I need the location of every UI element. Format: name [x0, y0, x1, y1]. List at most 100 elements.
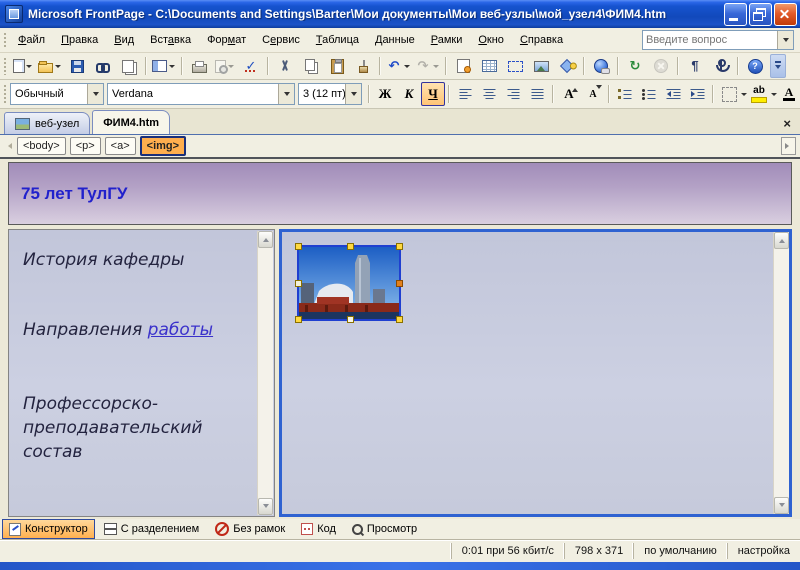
resize-handle-bottom-right[interactable] — [396, 316, 403, 323]
underline-button[interactable]: Ч — [421, 82, 445, 106]
insert-picture-button[interactable] — [528, 54, 554, 78]
copy-button[interactable] — [298, 54, 324, 78]
tag-button-3[interactable]: <a> — [104, 137, 136, 155]
font-combobox[interactable]: Verdana — [107, 83, 295, 105]
open-folder-dropdown[interactable] — [53, 55, 62, 77]
bullet-list-button[interactable] — [637, 82, 661, 106]
view-tab-design[interactable]: Конструктор — [2, 519, 95, 539]
align-right-button[interactable] — [501, 82, 525, 106]
frame-main[interactable] — [279, 229, 792, 517]
find-button[interactable] — [90, 54, 116, 78]
tag-scroll-right-icon[interactable] — [781, 137, 796, 155]
menu-window[interactable]: Окно — [470, 32, 512, 48]
toggle-pane-dropdown[interactable] — [167, 55, 176, 77]
resize-handle-middle-left[interactable] — [295, 280, 302, 287]
justify-button[interactable] — [525, 82, 549, 106]
resize-handle-bottom-left[interactable] — [295, 316, 302, 323]
scroll-up-button[interactable] — [258, 231, 273, 248]
menu-frames[interactable]: Рамки — [423, 32, 471, 48]
italic-button[interactable]: К — [397, 82, 421, 106]
view-tab-split[interactable]: С разделением — [97, 519, 207, 539]
menu-format[interactable]: Формат — [199, 32, 254, 48]
numbered-list-button[interactable] — [613, 82, 637, 106]
save-button[interactable] — [64, 54, 90, 78]
frame-banner[interactable]: 75 лет ТулГУ — [8, 162, 792, 225]
print-preview-button[interactable] — [212, 54, 238, 78]
scroll-up-button[interactable] — [774, 232, 789, 249]
insert-component-button[interactable] — [450, 54, 476, 78]
undo-button[interactable]: ↶ — [384, 54, 413, 78]
help-button[interactable]: ? — [742, 54, 768, 78]
close-button[interactable] — [774, 2, 797, 26]
print-preview-dropdown[interactable] — [226, 55, 235, 77]
font-size-dropdown-icon[interactable] — [345, 84, 361, 104]
selected-image[interactable] — [295, 243, 403, 323]
menu-table[interactable]: Таблица — [308, 32, 367, 48]
resize-handle-top-center[interactable] — [347, 243, 354, 250]
tag-scroll-left-icon[interactable] — [4, 139, 13, 153]
toolbar-options-button[interactable] — [770, 54, 786, 78]
scrollbar-track[interactable] — [258, 248, 273, 498]
resize-handle-middle-right[interactable] — [396, 280, 403, 287]
publish-button[interactable] — [116, 54, 142, 78]
align-center-button[interactable] — [477, 82, 501, 106]
tab-website[interactable]: веб-узел — [4, 112, 91, 134]
insert-hyperlink-button[interactable] — [588, 54, 614, 78]
stop-button[interactable] — [648, 54, 674, 78]
view-tab-noframes[interactable]: Без рамок — [208, 519, 292, 539]
insert-table-button[interactable] — [476, 54, 502, 78]
toolbar-grip[interactable] — [3, 31, 7, 49]
question-input[interactable] — [643, 34, 777, 46]
insert-layer-button[interactable] — [502, 54, 528, 78]
undo-dropdown[interactable] — [402, 55, 411, 77]
close-page-button[interactable]: × — [780, 116, 794, 134]
menu-help[interactable]: Справка — [512, 32, 571, 48]
print-button[interactable] — [186, 54, 212, 78]
bold-button[interactable]: Ж — [373, 82, 397, 106]
refresh-button[interactable]: ↻ — [622, 54, 648, 78]
highlight-button[interactable]: ab — [747, 82, 771, 106]
minimize-button[interactable] — [724, 2, 747, 26]
menu-insert[interactable]: Вставка — [142, 32, 199, 48]
align-left-button[interactable] — [453, 82, 477, 106]
frame-contents[interactable]: История кафедры Направления работы Профе… — [8, 229, 275, 517]
borders-button[interactable] — [717, 82, 741, 106]
paragraph-marks-button[interactable]: ¶ — [682, 54, 708, 78]
title-bar[interactable]: Microsoft FrontPage - C:\Documents and S… — [0, 0, 800, 28]
menu-edit[interactable]: Правка — [53, 32, 106, 48]
bookmark-button[interactable] — [708, 54, 734, 78]
paste-button[interactable] — [324, 54, 350, 78]
menu-view[interactable]: Вид — [106, 32, 142, 48]
contents-scrollbar[interactable] — [257, 231, 273, 515]
resize-handle-top-left[interactable] — [295, 243, 302, 250]
format-painter-button[interactable] — [350, 54, 376, 78]
toolbar-grip[interactable] — [3, 84, 7, 104]
increase-font-button[interactable]: А — [557, 82, 581, 106]
style-combobox[interactable]: Обычный — [10, 83, 104, 105]
question-dropdown-icon[interactable] — [777, 31, 793, 49]
style-dropdown-icon[interactable] — [87, 84, 103, 104]
decrease-indent-button[interactable] — [661, 82, 685, 106]
ask-question-box[interactable] — [642, 30, 794, 50]
font-dropdown-icon[interactable] — [278, 84, 294, 104]
font-color-button[interactable]: А — [777, 82, 800, 106]
cut-button[interactable] — [272, 54, 298, 78]
open-folder-button[interactable] — [36, 54, 64, 78]
new-document-dropdown[interactable] — [25, 55, 34, 77]
resize-handle-top-right[interactable] — [396, 243, 403, 250]
redo-button[interactable]: ↷ — [413, 54, 442, 78]
scroll-down-button[interactable] — [258, 498, 273, 515]
view-tab-code[interactable]: Код — [294, 519, 343, 539]
font-size-combobox[interactable]: 3 (12 пт) — [298, 83, 362, 105]
redo-dropdown[interactable] — [431, 55, 440, 77]
menu-tools[interactable]: Сервис — [254, 32, 308, 48]
restore-button[interactable] — [749, 2, 772, 26]
tag-button-2[interactable]: <p> — [69, 137, 101, 155]
spelling-button[interactable]: ✓ — [238, 54, 264, 78]
tag-button-1[interactable]: <body> — [17, 137, 66, 155]
resize-handle-bottom-center[interactable] — [347, 316, 354, 323]
scroll-down-button[interactable] — [774, 497, 789, 514]
scrollbar-track[interactable] — [774, 249, 789, 497]
toggle-pane-button[interactable] — [150, 54, 178, 78]
decrease-font-button[interactable]: А — [581, 82, 605, 106]
